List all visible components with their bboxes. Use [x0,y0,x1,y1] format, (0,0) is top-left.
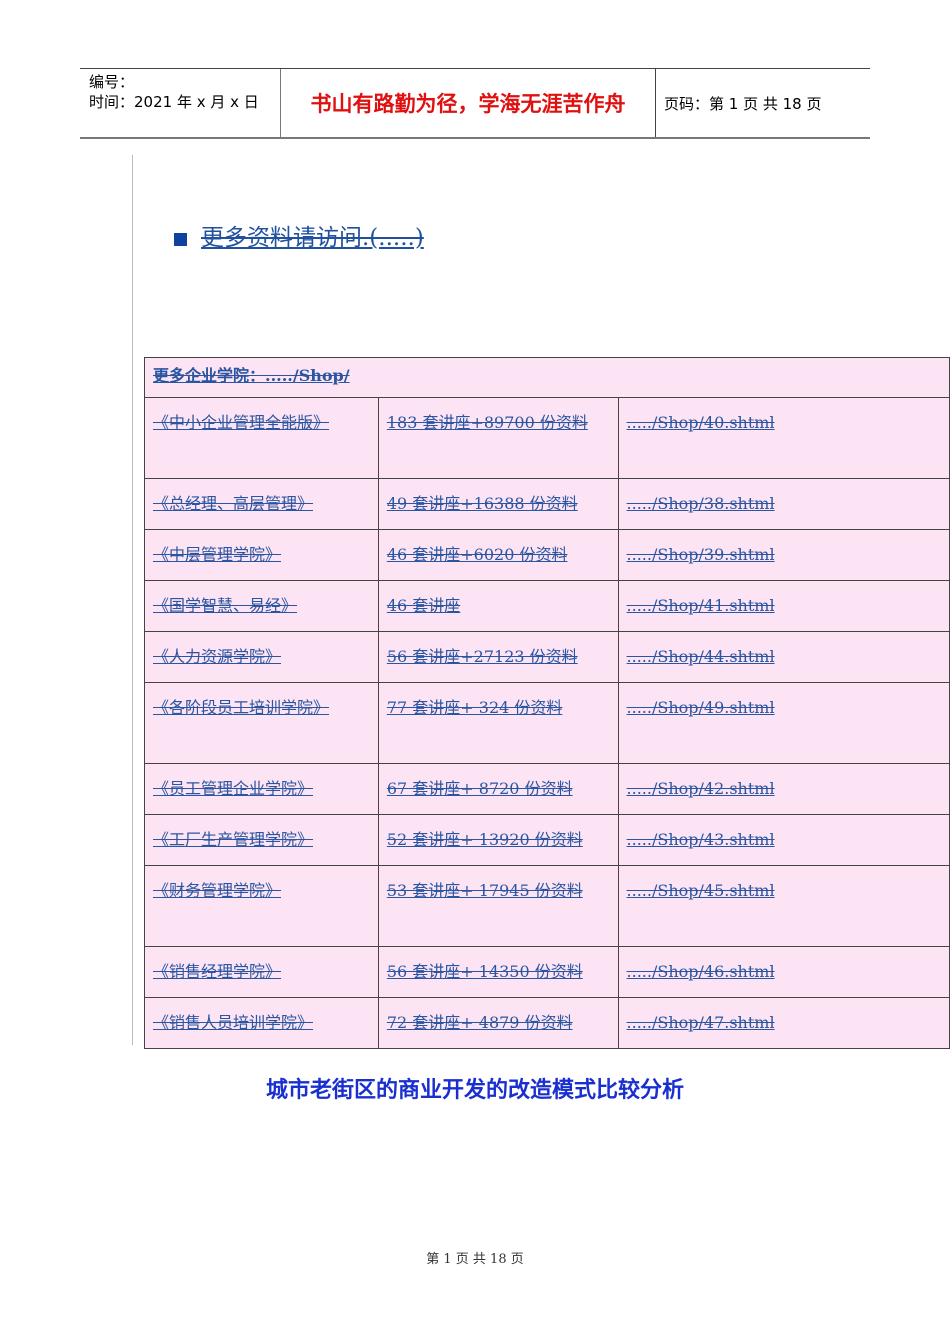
more-resources-text: 更多资料请访问.(.....) [201,225,424,251]
course-desc-link-text: 56 套讲座+ 14350 份资料 [386,962,583,981]
course-name-link[interactable]: 《中层管理学院》 [144,529,379,581]
document-page: 编号： 时间：2021 年 x 月 x 日 书山有路勤为径，学海无涯苦作舟 页码… [0,0,950,1344]
course-desc-link-text: 56 套讲座+27123 份资料 [386,647,578,666]
course-name-link[interactable]: 《财务管理学院》 [144,865,379,947]
course-name-link-text: 《总经理、高层管理》 [153,494,314,513]
course-desc-link[interactable]: 46 套讲座+6020 份资料 [377,529,619,581]
course-desc-link[interactable]: 77 套讲座+ 324 份资料 [377,682,619,764]
course-desc-link[interactable]: 72 套讲座+ 4879 份资料 [377,997,619,1049]
table-row: 《中层管理学院》 46 套讲座+6020 份资料 ...../Shop/39.sht… [144,529,950,581]
course-name-link-text: 《中小企业管理全能版》 [153,413,330,432]
course-desc-link[interactable]: 46 套讲座 [377,580,619,632]
course-url-link-text: ...../Shop/46.shtml [626,962,775,981]
table-row: 《人力资源学院》 56 套讲座+27123 份资料 ...../Shop/44.sh… [144,631,950,683]
course-url-link[interactable]: ...../Shop/49.shtml [617,682,950,764]
more-resources-link[interactable]: 更多资料请访问.(.....) [174,218,424,252]
course-desc-link[interactable]: 49 套讲座+16388 份资料 [377,478,619,530]
table-row: 《财务管理学院》 53 套讲座+ 17945 份资料 ...../Shop/45.s… [144,865,950,947]
table-row: 《中小企业管理全能版》 183 套讲座+89700 份资料 ...../Shop/4… [144,397,950,479]
course-desc-link-text: 67 套讲座+ 8720 份资料 [386,779,573,798]
course-desc-link[interactable]: 183 套讲座+89700 份资料 [377,397,619,479]
course-name-link-text: 《员工管理企业学院》 [153,779,314,798]
page-header: 编号： 时间：2021 年 x 月 x 日 书山有路勤为径，学海无涯苦作舟 页码… [80,68,870,139]
course-desc-link-text: 77 套讲座+ 324 份资料 [386,698,563,717]
course-url-link[interactable]: ...../Shop/41.shtml [617,580,950,632]
course-name-link-text: 《国学智慧、易经》 [153,596,298,615]
course-desc-link-text: 72 套讲座+ 4879 份资料 [386,1013,573,1032]
course-url-link[interactable]: ...../Shop/46.shtml [617,946,950,998]
table-row: 《国学智慧、易经》 46 套讲座 ...../Shop/41.shtml [144,580,950,632]
course-url-link-text: ...../Shop/47.shtml [626,1013,775,1032]
course-name-link-text: 《中层管理学院》 [153,545,282,564]
course-url-link[interactable]: ...../Shop/47.shtml [617,997,950,1049]
course-name-link-text: 《销售经理学院》 [153,962,282,981]
course-name-link-text: 《各阶段员工培训学院》 [153,698,330,717]
course-url-link-text: ...../Shop/49.shtml [626,698,775,717]
course-name-link-text: 《销售人员培训学院》 [153,1013,314,1032]
course-name-link[interactable]: 《销售人员培训学院》 [144,997,379,1049]
course-url-link-text: ...../Shop/42.shtml [626,779,775,798]
course-desc-link-text: 46 套讲座+6020 份资料 [386,545,568,564]
course-url-link[interactable]: ...../Shop/40.shtml [617,397,950,479]
table-row: 《工厂生产管理学院》 52 套讲座+ 13920 份资料 ...../Shop/43… [144,814,950,866]
course-name-link[interactable]: 《销售经理学院》 [144,946,379,998]
course-name-link[interactable]: 《各阶段员工培训学院》 [144,682,379,764]
course-desc-link-text: 52 套讲座+ 13920 份资料 [386,830,583,849]
resource-table: 更多企业学院：...../Shop/ 《中小企业管理全能版》 183 套讲座+89… [144,357,950,1049]
course-name-link[interactable]: 《员工管理企业学院》 [144,763,379,815]
course-url-link-text: ...../Shop/45.shtml [626,881,775,900]
document-title: 城市老街区的商业开发的改造模式比较分析 [265,1078,684,1103]
table-row: 《总经理、高层管理》 49 套讲座+16388 份资料 ...../Shop/38.… [144,478,950,530]
table-row: 《各阶段员工培训学院》 77 套讲座+ 324 份资料 ...../Shop/49.… [144,682,950,764]
course-name-link[interactable]: 《中小企业管理全能版》 [144,397,379,479]
course-url-link-text: ...../Shop/43.shtml [626,830,775,849]
course-desc-link-text: 46 套讲座 [386,596,461,615]
course-desc-link[interactable]: 67 套讲座+ 8720 份资料 [377,763,619,815]
course-name-link-text: 《人力资源学院》 [153,647,282,666]
table-header-link[interactable]: 更多企业学院：...../Shop/ [144,357,950,398]
course-url-link[interactable]: ...../Shop/38.shtml [617,478,950,530]
course-url-link[interactable]: ...../Shop/45.shtml [617,865,950,947]
course-url-link-text: ...../Shop/44.shtml [626,647,775,666]
table-row: 《员工管理企业学院》 67 套讲座+ 8720 份资料 ...../Shop/42.… [144,763,950,815]
page-footer: 第 1 页 共 18 页 [426,1252,524,1267]
course-desc-link-text: 53 套讲座+ 17945 份资料 [386,881,583,900]
course-desc-link-text: 183 套讲座+89700 份资料 [386,413,588,432]
course-desc-link[interactable]: 53 套讲座+ 17945 份资料 [377,865,619,947]
table-header-text: 更多企业学院：...../Shop/ [153,366,350,385]
course-url-link[interactable]: ...../Shop/44.shtml [617,631,950,683]
course-name-link-text: 《工厂生产管理学院》 [153,830,314,849]
number-label: 编号： [89,73,135,91]
date-label: 时间：2021 年 x 月 x 日 [89,93,259,111]
course-url-link-text: ...../Shop/41.shtml [626,596,775,615]
course-name-link[interactable]: 《工厂生产管理学院》 [144,814,379,866]
bullet-square-icon [174,232,187,246]
margin-line [132,155,133,1045]
course-desc-link[interactable]: 52 套讲座+ 13920 份资料 [377,814,619,866]
course-url-link-text: ...../Shop/38.shtml [626,494,775,513]
course-url-link[interactable]: ...../Shop/43.shtml [617,814,950,866]
course-name-link-text: 《财务管理学院》 [153,881,282,900]
course-url-link-text: ...../Shop/40.shtml [626,413,775,432]
course-name-link[interactable]: 《总经理、高层管理》 [144,478,379,530]
course-url-link[interactable]: ...../Shop/42.shtml [617,763,950,815]
course-url-link[interactable]: ...../Shop/39.shtml [617,529,950,581]
course-name-link[interactable]: 《人力资源学院》 [144,631,379,683]
header-meta: 编号： 时间：2021 年 x 月 x 日 [80,69,280,137]
course-desc-link[interactable]: 56 套讲座+27123 份资料 [377,631,619,683]
course-desc-link-text: 49 套讲座+16388 份资料 [386,494,578,513]
header-page-info: 页码：第 1 页 共 18 页 [664,94,822,113]
table-row: 《销售经理学院》 56 套讲座+ 14350 份资料 ...../Shop/46.s… [144,946,950,998]
course-url-link-text: ...../Shop/39.shtml [626,545,775,564]
course-desc-link[interactable]: 56 套讲座+ 14350 份资料 [377,946,619,998]
table-row: 《销售人员培训学院》 72 套讲座+ 4879 份资料 ...../Shop/47.… [144,997,950,1049]
header-motto: 书山有路勤为径，学海无涯苦作舟 [280,69,656,137]
course-name-link[interactable]: 《国学智慧、易经》 [144,580,379,632]
